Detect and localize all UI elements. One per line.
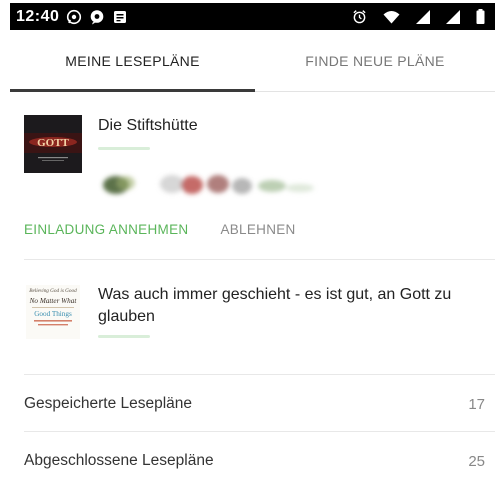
list-count: 25	[468, 452, 485, 470]
plan-title: Die Stiftshütte	[98, 117, 198, 134]
participant-avatars	[94, 170, 324, 200]
divider	[24, 259, 495, 260]
active-tab-indicator	[10, 89, 255, 92]
completed-plans-row[interactable]: Abgeschlossene Lesepläne 25	[24, 433, 485, 477]
list-count: 17	[468, 395, 485, 413]
wifi-icon	[383, 10, 400, 24]
invite-actions: EINLADUNG ANNEHMEN ABLEHNEN	[24, 222, 296, 244]
battery-icon	[476, 9, 485, 24]
status-time: 12:40	[16, 7, 60, 25]
plan-title: Was auch immer geschieht - es ist gut, a…	[98, 286, 452, 325]
tab-find-new-plans[interactable]: FINDE NEUE PLÄNE	[255, 30, 495, 91]
signal-icon	[416, 9, 430, 24]
whatsapp-icon	[66, 9, 82, 25]
divider	[24, 374, 495, 375]
accept-invitation-button[interactable]: EINLADUNG ANNEHMEN	[24, 222, 188, 244]
tab-label: MEINE LESEPLÄNE	[65, 52, 200, 69]
list-label: Abgeschlossene Lesepläne	[24, 452, 214, 469]
tab-label: FINDE NEUE PLÄNE	[305, 52, 445, 69]
chat-bubble-icon	[89, 9, 105, 25]
cover-line-1: Believing God is Good	[29, 288, 77, 294]
list-label: Gespeicherte Lesepläne	[24, 395, 193, 412]
alarm-icon	[352, 9, 367, 24]
cover-line-3: Good Things	[34, 310, 72, 318]
status-bar: 12:40	[10, 3, 495, 30]
divider	[24, 431, 495, 432]
tab-bar: MEINE LESEPLÄNE FINDE NEUE PLÄNE	[10, 30, 495, 92]
plan-thumbnail: GOTT	[24, 115, 82, 173]
plan-thumbnail: Believing God is Good No Matter What Goo…	[24, 283, 82, 341]
thumbnail-title: GOTT	[37, 137, 69, 149]
signal-icon	[446, 9, 460, 24]
notification-icon	[112, 9, 128, 25]
plan-progress-bar	[98, 147, 150, 150]
status-icons	[345, 9, 485, 24]
saved-plans-row[interactable]: Gespeicherte Lesepläne 17	[24, 376, 485, 432]
plan-progress-bar	[98, 335, 150, 338]
tab-my-reading-plans[interactable]: MEINE LESEPLÄNE	[10, 30, 255, 92]
cover-line-2: No Matter What	[29, 297, 78, 305]
decline-invitation-button[interactable]: ABLEHNEN	[220, 222, 295, 244]
